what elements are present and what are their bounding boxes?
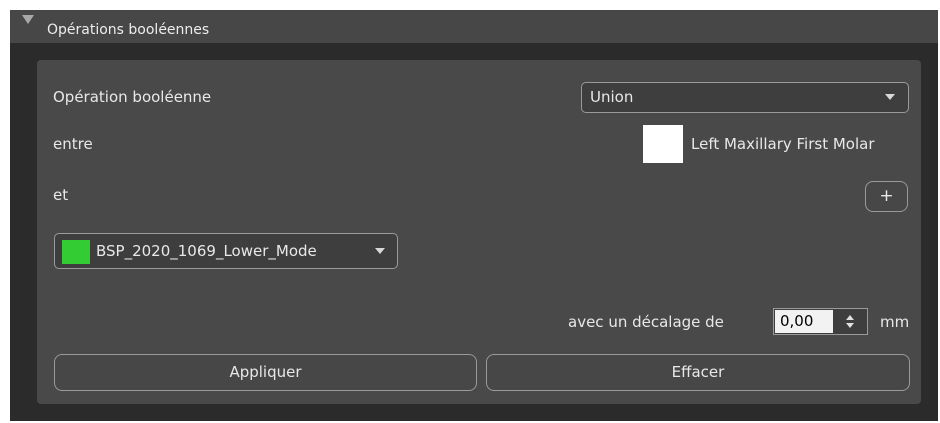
second-object-dropdown[interactable]: BSP_2020_1069_Lower_Mode [54, 233, 398, 269]
operation-label: Opération booléenne [53, 88, 212, 106]
and-label: et [53, 186, 69, 204]
between-label: entre [53, 135, 93, 153]
operation-dropdown[interactable]: Union [581, 82, 909, 113]
panel-title: Opérations booléennes [47, 22, 210, 38]
offset-spinbox[interactable]: 0,00 [773, 308, 868, 335]
apply-button[interactable]: Appliquer [54, 354, 477, 391]
chevron-down-icon [375, 248, 385, 254]
clear-button[interactable]: Effacer [486, 354, 910, 391]
operation-dropdown-value: Union [590, 88, 634, 106]
chevron-down-icon [885, 94, 895, 100]
add-object-button[interactable]: + [865, 181, 908, 212]
spin-up-icon[interactable] [846, 315, 854, 320]
collapse-arrow-icon[interactable] [22, 15, 34, 24]
first-object-name: Left Maxillary First Molar [691, 135, 875, 153]
offset-value[interactable]: 0,00 [775, 310, 833, 333]
spin-down-icon[interactable] [846, 323, 854, 328]
second-object-color-swatch [62, 240, 90, 264]
offset-label: avec un décalage de [568, 313, 724, 331]
second-object-name: BSP_2020_1069_Lower_Mode [96, 242, 317, 260]
offset-unit: mm [880, 313, 910, 331]
first-object-color-swatch[interactable] [643, 125, 683, 163]
